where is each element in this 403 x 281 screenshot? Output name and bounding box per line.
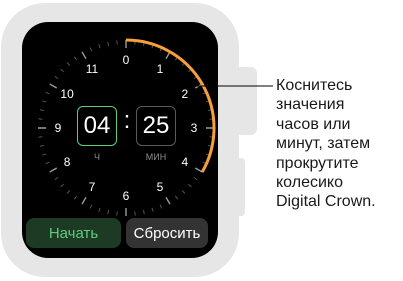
dial-tick (142, 210, 145, 215)
side-button[interactable] (235, 158, 245, 216)
dial-tick (66, 62, 71, 66)
callout-line: прокрутите (276, 154, 359, 172)
callout-text: Коснитесь значения часов или минут, зате… (276, 76, 403, 212)
hours-field[interactable]: 04 (77, 106, 117, 146)
dial-number: 7 (89, 180, 96, 194)
callout-line: значения (276, 96, 345, 114)
dial-tick (54, 176, 59, 181)
dial-tick (73, 195, 78, 200)
dial-tick (174, 195, 179, 200)
dial-number: 11 (86, 62, 99, 76)
dial-tick (89, 204, 93, 209)
callout-line: Коснитесь (276, 77, 353, 94)
dial-tick (54, 75, 59, 80)
dial-number: 3 (191, 121, 198, 135)
dial-tick (188, 183, 192, 188)
dial-tick (66, 190, 71, 194)
reset-button[interactable]: Сбросить (126, 218, 208, 248)
dial-tick (42, 100, 47, 103)
dial-tick (39, 109, 44, 112)
dial-tick (98, 207, 101, 212)
dial-tick (81, 51, 87, 60)
dial-tick (107, 210, 110, 215)
dial-tick (165, 196, 171, 205)
dial-tick (45, 161, 50, 165)
dial-tick (49, 167, 58, 173)
dial-tick (60, 183, 64, 188)
callout-leader-line (125, 85, 273, 104)
dial-tick (49, 83, 58, 89)
dial-tick (181, 190, 186, 194)
time-separator: : (123, 107, 131, 134)
dial-tick (151, 207, 154, 212)
minutes-field[interactable]: 25 (136, 106, 176, 146)
dial-tick (159, 204, 163, 209)
callout-line: минут, затем (276, 135, 371, 153)
hours-unit-label: Ч (94, 152, 100, 162)
dial-tick (193, 176, 198, 181)
minutes-unit-label: МИН (145, 152, 167, 162)
dial-tick (89, 47, 93, 52)
callout-line: часов или (276, 115, 351, 133)
callout-line: колесико (276, 174, 343, 192)
dial-tick (60, 68, 64, 73)
dial-tick (42, 153, 47, 156)
minutes-value: 25 (142, 112, 170, 139)
dial-number: 4 (182, 155, 189, 169)
dial-tick (107, 41, 110, 46)
dial-tick (73, 56, 78, 61)
dial-number: 9 (55, 121, 62, 135)
dial-tick (98, 44, 101, 49)
dial-tick (45, 91, 50, 95)
dial-number: 5 (157, 180, 164, 194)
start-button[interactable]: Начать (26, 218, 121, 248)
dial-tick (39, 144, 44, 147)
dial-number: 6 (123, 189, 130, 203)
hours-value: 04 (83, 112, 111, 139)
callout-line: Digital Crown. (276, 193, 376, 211)
dial-tick (81, 196, 87, 205)
dial-number: 10 (60, 87, 74, 101)
dial-number: 8 (64, 155, 71, 169)
